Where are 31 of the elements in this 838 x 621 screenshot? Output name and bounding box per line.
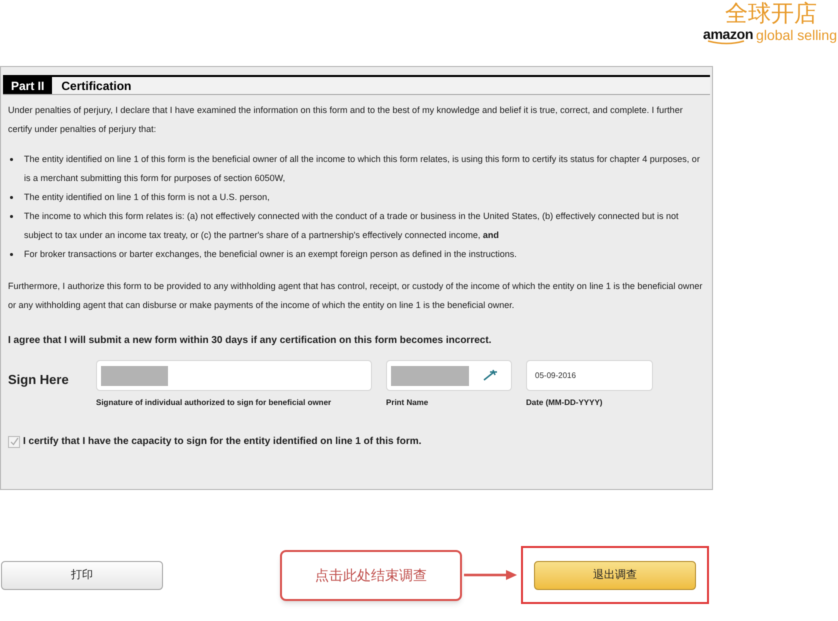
- bullet-text: For broker transactions or barter exchanges, the beneficial owner is an exempt foreign person as defined in the instructions.: [24, 248, 517, 261]
- bullet-text: The income to which this form relates is: (a) not effectively connected with the conduct of a trade or business in the United States, (b) effectively connected but is not subject to tax under an income tax treaty, or (c) the partner's share of a partnership's effectively connected income, and: [24, 210, 680, 242]
- bullet-text: The entity identified on line 1 of this form is the beneficial owner of all the income to which this form relates, is using this form to certify its status for chapter 4 purposes, or is a merchant submitting this form for purposes of section 6050W,: [24, 153, 701, 185]
- capacity-label: I certify that I have the capacity to sign for the entity identified on line 1 of this form.: [23, 435, 422, 449]
- input-field[interactable]: [96, 360, 372, 391]
- sign-here-label: Sign Here: [8, 371, 70, 389]
- logo-tagline: global selling: [756, 27, 837, 43]
- arrow-icon: [464, 570, 518, 580]
- logo-title: 全球开店: [725, 0, 818, 26]
- bullet-text: The entity identified on line 1 of this form is not a U.S. person,: [24, 191, 270, 204]
- authorization-paragraph: Furthermore, I authorize this form to be provided to any withholding agent that has control, receipt, or custody of the income of which the entity on line 1 is the beneficial owner or any withholding agent that can disburse or make payments of the income of which the entity on line 1 is the beneficial owner.: [8, 280, 704, 312]
- section-title: Certification: [60, 78, 132, 94]
- part-label: Part II: [3, 77, 52, 94]
- brand-wordmark: amazon: [703, 26, 754, 42]
- agreement-text: I agree that I will submit a new form within 30 days if any certification on this form becomes incorrect.: [8, 334, 492, 348]
- bullet-icon: [10, 215, 13, 218]
- bullet-icon: [10, 158, 13, 161]
- field-caption: Print Name: [386, 397, 430, 409]
- bullet-icon: [10, 253, 13, 256]
- field-caption: Date (MM-DD-YYYY): [526, 397, 604, 409]
- input-field[interactable]: [386, 360, 512, 391]
- date-field[interactable]: 05-09-2016: [526, 360, 653, 391]
- field-caption: Signature of individual authorized to sign for beneficial owner: [96, 397, 332, 409]
- callout-box: 点击此处结束调查: [280, 550, 462, 600]
- pen-icon: [483, 369, 499, 381]
- bullet-icon: [10, 196, 13, 199]
- print-button[interactable]: 打印: [1, 560, 163, 590]
- redaction-block: [101, 366, 168, 386]
- check-icon: [10, 437, 18, 446]
- exit-survey-button[interactable]: 退出调查: [534, 560, 696, 590]
- intro-paragraph: Under penalties of perjury, I declare that I have examined the information on this form and to the best of my knowledge and belief it is true, correct, and complete. I further certify under penalties of perjury that:: [8, 104, 684, 136]
